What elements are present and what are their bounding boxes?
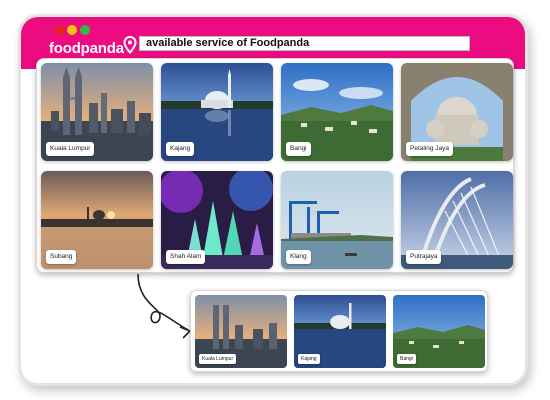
- city-card-bangi[interactable]: Bangi: [281, 63, 393, 161]
- city-card-klang[interactable]: Klang: [281, 171, 393, 269]
- preview-card-kuala-lumpur[interactable]: Kuala Lumpur: [195, 295, 287, 368]
- location-pin-icon: [123, 36, 137, 54]
- city-card-petaling-jaya[interactable]: Petaling Jaya: [401, 63, 513, 161]
- address-bar[interactable]: available service of Foodpanda: [139, 36, 470, 51]
- minimize-window-button[interactable]: [67, 25, 77, 35]
- city-label: Shah Alam: [166, 250, 206, 264]
- selected-cities-preview: Kuala Lumpur Kajang Bangi: [190, 290, 488, 372]
- city-card-shah-alam[interactable]: Shah Alam: [161, 171, 273, 269]
- city-label: Petaling Jaya: [406, 142, 454, 156]
- preview-card-kajang[interactable]: Kajang: [294, 295, 386, 368]
- city-label: Kajang: [298, 354, 320, 364]
- city-label: Kuala Lumpur: [46, 142, 95, 156]
- city-gallery: Kuala Lumpur Kajang Bangi Petaling Jaya …: [36, 58, 514, 273]
- city-label: Klang: [286, 250, 311, 264]
- close-window-button[interactable]: [55, 25, 65, 35]
- brand-logo: foodpanda: [49, 40, 124, 57]
- city-label: Putrajaya: [406, 250, 442, 264]
- city-card-kuala-lumpur[interactable]: Kuala Lumpur: [41, 63, 153, 161]
- city-label: Bangi: [397, 354, 416, 364]
- city-label: Bangi: [286, 142, 311, 156]
- city-card-subang[interactable]: Subang: [41, 171, 153, 269]
- city-card-putrajaya[interactable]: Putrajaya: [401, 171, 513, 269]
- city-label: Subang: [46, 250, 77, 264]
- preview-card-bangi[interactable]: Bangi: [393, 295, 485, 368]
- city-label: Kuala Lumpur: [199, 354, 237, 364]
- maximize-window-button[interactable]: [80, 25, 90, 35]
- city-label: Kajang: [166, 142, 195, 156]
- city-card-kajang[interactable]: Kajang: [161, 63, 273, 161]
